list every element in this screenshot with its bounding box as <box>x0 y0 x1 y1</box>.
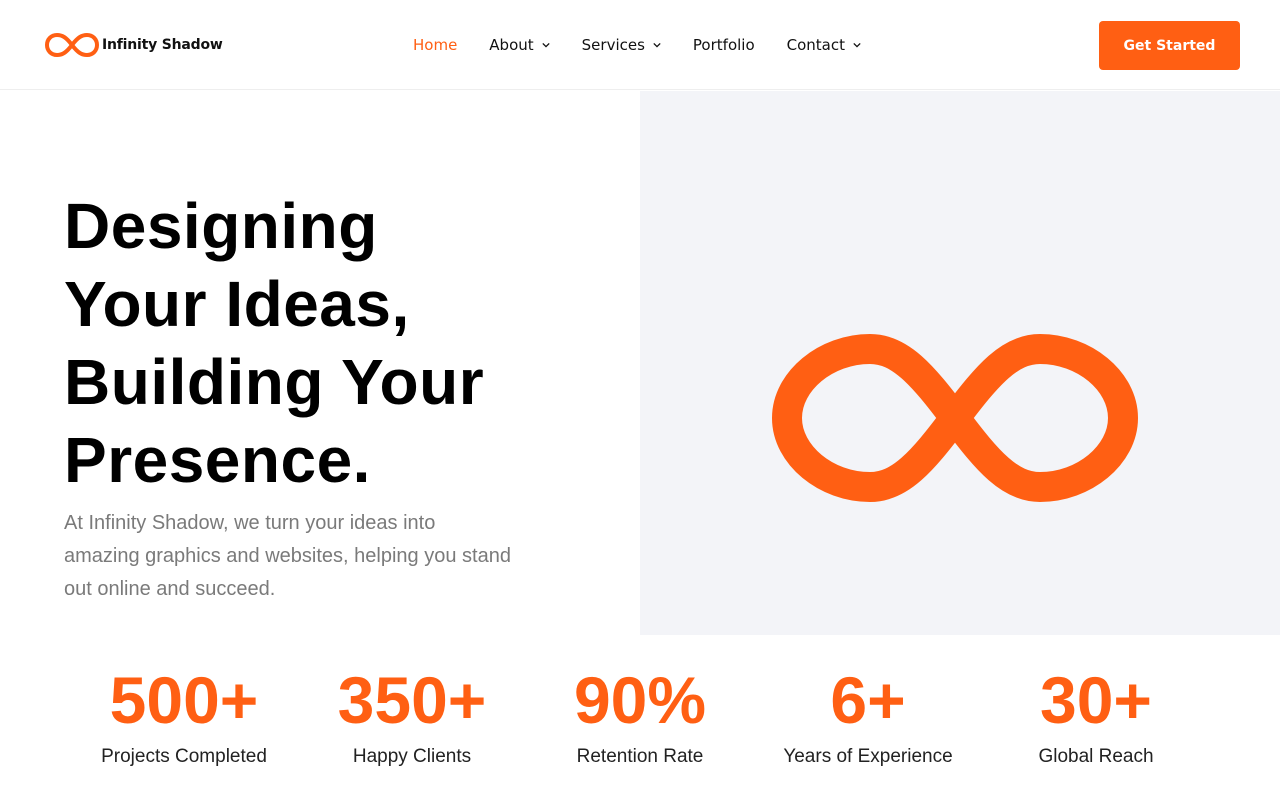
stat-value: 30+ <box>1040 663 1152 737</box>
hero-text-panel: Designing Your Ideas, Building Your Pres… <box>0 91 640 635</box>
get-started-button[interactable]: Get Started <box>1099 21 1240 70</box>
nav-home[interactable]: Home <box>413 36 457 54</box>
nav-about-label: About <box>489 36 534 54</box>
hero-title-line: Designing <box>64 190 378 262</box>
chevron-down-icon <box>853 42 861 48</box>
hero-title-line: Building Your <box>64 346 485 418</box>
hero-subtitle: At Infinity Shadow, we turn your ideas i… <box>64 512 511 600</box>
nav-contact[interactable]: Contact <box>787 36 861 54</box>
nav-about[interactable]: About <box>489 36 550 54</box>
stat-projects: 500+ Projects Completed <box>70 665 298 769</box>
chevron-down-icon <box>653 42 661 48</box>
hero-title-line: Presence. <box>64 424 371 496</box>
infinity-icon <box>772 334 1138 502</box>
nav-portfolio-label: Portfolio <box>692 36 755 54</box>
stat-retention: 90% Retention Rate <box>526 665 754 769</box>
hero-graphic-panel <box>640 91 1280 635</box>
stat-value: 90% <box>573 663 707 737</box>
chevron-down-icon <box>542 42 550 48</box>
stats-section: 500+ Projects Completed 350+ Happy Clien… <box>0 635 1280 800</box>
stat-global-reach: 30+ Global Reach <box>982 665 1210 769</box>
brand-logo[interactable]: Infinity Shadow <box>44 30 223 60</box>
brand-name: Infinity Shadow <box>102 37 223 53</box>
hero-title: Designing Your Ideas, Building Your Pres… <box>64 187 584 499</box>
main-nav: Home About Services Portfolio Contact <box>413 33 861 57</box>
nav-services-label: Services <box>581 36 645 54</box>
site-header: Infinity Shadow Home About Services Port… <box>0 0 1280 90</box>
nav-contact-label: Contact <box>786 36 845 54</box>
nav-portfolio[interactable]: Portfolio <box>693 36 755 54</box>
stat-value: 500+ <box>109 663 259 737</box>
nav-services[interactable]: Services <box>582 36 661 54</box>
stat-label: Years of Experience <box>783 746 953 767</box>
stat-label: Projects Completed <box>101 746 267 767</box>
nav-home-label: Home <box>413 36 458 54</box>
stat-value: 350+ <box>337 663 487 737</box>
stat-label: Retention Rate <box>576 746 704 767</box>
stat-value: 6+ <box>830 663 906 737</box>
infinity-icon <box>45 33 99 57</box>
hero-title-line: Your Ideas, <box>64 268 410 340</box>
stat-label: Global Reach <box>1038 746 1154 767</box>
stat-clients: 350+ Happy Clients <box>298 665 526 769</box>
stat-experience: 6+ Years of Experience <box>754 665 982 769</box>
stat-label: Happy Clients <box>352 746 472 767</box>
